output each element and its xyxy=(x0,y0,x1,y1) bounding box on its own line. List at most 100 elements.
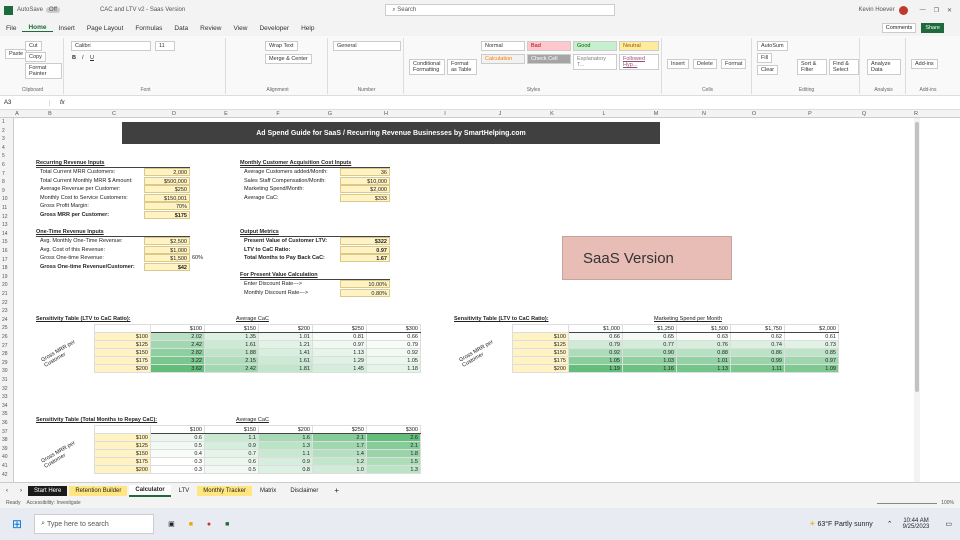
row-header[interactable]: 34 xyxy=(2,403,8,409)
row-header[interactable]: 35 xyxy=(2,411,8,417)
sens2-cell[interactable]: 1.13 xyxy=(676,364,731,373)
rev_inputs-value[interactable]: $175 xyxy=(144,211,190,219)
rev_inputs-value[interactable]: 2,000 xyxy=(144,168,190,176)
sens3-cell[interactable]: 1.8 xyxy=(366,449,421,458)
sens2-cell[interactable]: 0.63 xyxy=(676,332,731,341)
column-header[interactable]: S xyxy=(942,111,960,117)
file-explorer-icon[interactable]: ■ xyxy=(189,521,193,528)
sens2-cell[interactable]: 0.66 xyxy=(568,332,623,341)
menu-review[interactable]: Review xyxy=(194,25,227,32)
sens1-cell[interactable]: 1.18 xyxy=(366,364,421,373)
sens2-cell[interactable]: 0.62 xyxy=(730,332,785,341)
row-header[interactable]: 16 xyxy=(2,248,8,254)
formula-input[interactable] xyxy=(71,98,960,108)
sens1-cell[interactable]: 1.81 xyxy=(258,364,313,373)
style-calculation[interactable]: Calculation xyxy=(481,54,525,64)
column-header[interactable]: H xyxy=(356,111,416,117)
rev_inputs-value[interactable]: $150,001 xyxy=(144,193,190,202)
sens1-cell[interactable]: 0.97 xyxy=(312,340,367,349)
row-header[interactable]: 3 xyxy=(2,136,5,142)
sens2-cell[interactable]: 0.86 xyxy=(730,348,785,357)
sens2-cell[interactable]: 0.97 xyxy=(784,356,839,365)
sens1-cell[interactable]: 2.02 xyxy=(150,332,205,341)
row-header[interactable]: 22 xyxy=(2,300,8,306)
task-view-icon[interactable]: ▣ xyxy=(168,520,175,528)
sens1-cell[interactable]: 2.82 xyxy=(150,348,205,357)
column-header[interactable]: G xyxy=(304,111,356,117)
sens3-cell[interactable]: 1.3 xyxy=(258,441,313,450)
output-value[interactable]: $322 xyxy=(340,237,390,245)
cac_inputs-value[interactable]: $2,000 xyxy=(340,185,390,194)
style-followed-hyperlink[interactable]: Followed Hyp... xyxy=(619,54,659,70)
pv-value[interactable]: 0.80% xyxy=(340,288,390,297)
sens1-cell[interactable]: 1.21 xyxy=(258,340,313,349)
sens3-cell[interactable]: 0.3 xyxy=(150,465,205,474)
row-header[interactable]: 18 xyxy=(2,265,8,271)
sens2-cell[interactable]: 0.99 xyxy=(730,356,785,365)
row-header[interactable]: 40 xyxy=(2,454,8,460)
zoom-level[interactable]: 100% xyxy=(941,500,954,506)
onetime-value[interactable]: $42 xyxy=(144,262,190,271)
row-header[interactable]: 2 xyxy=(2,128,5,134)
sens1-cell[interactable]: 1.01 xyxy=(258,332,313,341)
row-header[interactable]: 29 xyxy=(2,360,8,366)
sens1-row-header[interactable]: $100 xyxy=(94,332,151,341)
cac_inputs-value[interactable]: $10,000 xyxy=(340,176,390,185)
excel-taskbar-icon[interactable]: ■ xyxy=(225,521,229,528)
delete-button[interactable]: Delete xyxy=(693,59,717,69)
number-format-select[interactable]: General xyxy=(333,41,401,51)
sens1-cell[interactable]: 1.41 xyxy=(258,348,313,357)
sens3-cell[interactable]: 0.8 xyxy=(258,465,313,474)
tab-disclaimer[interactable]: Disclaimer xyxy=(284,486,324,496)
rev_inputs-value[interactable]: 70% xyxy=(144,202,190,211)
sens2-row-header[interactable]: $150 xyxy=(512,348,569,357)
sens1-cell[interactable]: 2.42 xyxy=(150,340,205,349)
sens2-cell[interactable]: 0.65 xyxy=(622,332,677,341)
row-header[interactable]: 30 xyxy=(2,368,8,374)
sens2-cell[interactable]: 0.85 xyxy=(784,348,839,357)
column-header[interactable]: Q xyxy=(838,111,890,117)
row-header[interactable]: 28 xyxy=(2,351,8,357)
sens3-cell[interactable]: 1.3 xyxy=(366,465,421,474)
tab-matrix[interactable]: Matrix xyxy=(254,486,282,496)
row-header[interactable]: 7 xyxy=(2,171,5,177)
onetime-value[interactable]: $1,000 xyxy=(144,245,190,254)
scroll-thumb[interactable] xyxy=(915,122,919,392)
cut-button[interactable]: Cut xyxy=(25,41,42,51)
name-box[interactable]: A3 xyxy=(0,99,50,106)
search-box[interactable]: ⌕ Search xyxy=(385,4,616,16)
style-check-cell[interactable]: Check Cell xyxy=(527,54,571,64)
row-header[interactable]: 17 xyxy=(2,257,8,263)
sens2-cell[interactable]: 0.90 xyxy=(622,348,677,357)
menu-page-layout[interactable]: Page Layout xyxy=(81,25,130,32)
column-header[interactable]: I xyxy=(416,111,474,117)
sens1-cell[interactable]: 1.61 xyxy=(258,356,313,365)
sort-filter-button[interactable]: Sort & Filter xyxy=(797,59,827,75)
style-bad[interactable]: Bad xyxy=(527,41,571,51)
find-select-button[interactable]: Find & Select xyxy=(829,59,859,75)
sens2-cell[interactable]: 1.03 xyxy=(622,356,677,365)
menu-formulas[interactable]: Formulas xyxy=(129,25,168,32)
copy-button[interactable]: Copy xyxy=(25,52,46,62)
system-tray-icon[interactable]: ⌃ xyxy=(887,520,893,528)
sens1-row-header[interactable]: $150 xyxy=(94,348,151,357)
merge-center-button[interactable]: Merge & Center xyxy=(265,54,312,64)
worksheet-grid[interactable]: Ad Spend Guide for SaaS / Recurring Reve… xyxy=(14,118,914,482)
sens1-cell[interactable]: 1.45 xyxy=(312,364,367,373)
sens3-cell[interactable]: 2.6 xyxy=(366,433,421,442)
row-header[interactable]: 33 xyxy=(2,394,8,400)
sens3-row-header[interactable]: $175 xyxy=(94,457,151,466)
tab-retention-builder[interactable]: Retention Builder xyxy=(69,485,128,496)
column-header[interactable]: B xyxy=(20,111,80,117)
rev_inputs-value[interactable]: $500,000 xyxy=(144,176,190,185)
row-header[interactable]: 41 xyxy=(2,463,8,469)
conditional-formatting-button[interactable]: Conditional Formatting xyxy=(409,59,445,75)
sens3-cell[interactable]: 1.2 xyxy=(312,457,367,466)
sens3-cell[interactable]: 1.1 xyxy=(258,449,313,458)
row-header[interactable]: 39 xyxy=(2,446,8,452)
column-header[interactable]: C xyxy=(80,111,148,117)
row-header[interactable]: 15 xyxy=(2,239,8,245)
sens3-cell[interactable]: 1.5 xyxy=(366,457,421,466)
sens1-cell[interactable]: 1.88 xyxy=(204,348,259,357)
sens2-cell[interactable]: 0.61 xyxy=(784,332,839,341)
